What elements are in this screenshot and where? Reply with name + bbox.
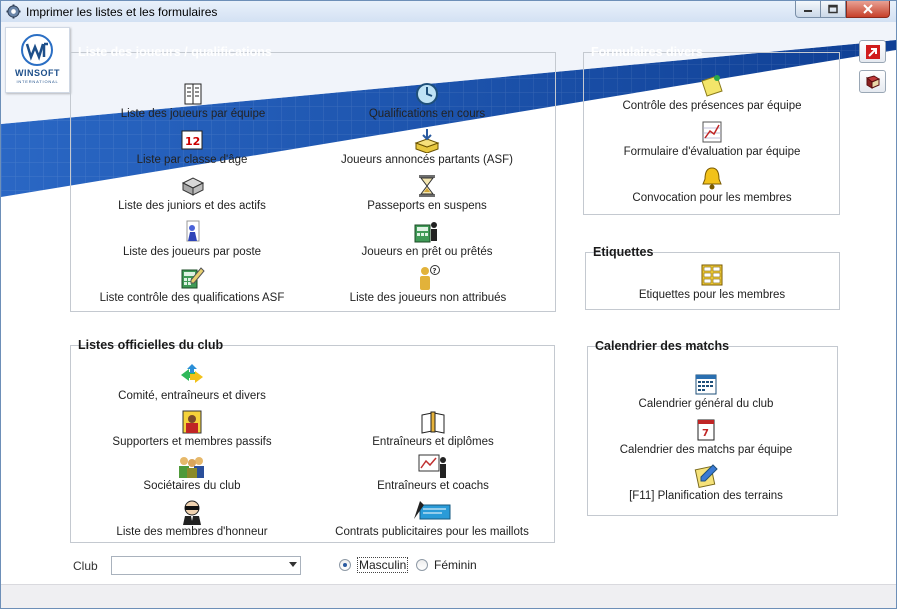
item-attendance-control[interactable]: Contrôle des présences par équipe bbox=[607, 73, 817, 112]
item-matches-by-team-calendar[interactable]: 7 Calendrier des matchs par équipe bbox=[603, 417, 809, 456]
calculator-pen-icon bbox=[181, 267, 205, 289]
radio-dot-unchecked bbox=[416, 559, 428, 571]
notebook-icon bbox=[184, 83, 202, 105]
portrait-icon bbox=[182, 410, 202, 434]
item-honorary-members[interactable]: Liste des membres d'honneur bbox=[105, 499, 279, 538]
item-players-leaving-asf[interactable]: Joueurs annoncés partants (ASF) bbox=[329, 127, 525, 166]
exit-arrow-icon bbox=[866, 45, 880, 59]
group-title-calendar: Calendrier des matchs bbox=[595, 339, 730, 353]
item-club-members[interactable]: Sociétaires du club bbox=[133, 453, 251, 492]
calendar-day-icon: 7 bbox=[697, 419, 715, 441]
keyboard-key-icon bbox=[181, 177, 205, 196]
item-unassigned-players[interactable]: ? Liste des joueurs non attribués bbox=[337, 265, 519, 304]
title-bar[interactable]: Imprimer les listes et les formulaires bbox=[1, 1, 896, 23]
logo-name: WINSOFT bbox=[15, 68, 60, 78]
clock-icon bbox=[416, 83, 438, 105]
item-list-by-age-class[interactable]: 12 Liste par classe d'âge bbox=[119, 127, 265, 166]
club-select[interactable] bbox=[111, 556, 301, 575]
item-players-by-position[interactable]: Liste des joueurs par poste bbox=[111, 219, 273, 258]
item-jersey-sponsorship-contracts[interactable]: Contrats publicitaires pour les maillots bbox=[319, 499, 545, 538]
svg-text:7: 7 bbox=[702, 428, 709, 439]
item-member-labels[interactable]: Etiquettes pour les membres bbox=[617, 262, 807, 301]
player-jersey-icon bbox=[186, 220, 200, 242]
maximize-button[interactable] bbox=[820, 1, 846, 18]
contract-card-icon bbox=[414, 501, 451, 520]
close-button[interactable] bbox=[846, 1, 890, 18]
maximize-icon bbox=[828, 4, 838, 14]
presentation-board-icon bbox=[418, 454, 446, 478]
item-players-by-team[interactable]: Liste des joueurs par équipe bbox=[109, 81, 277, 120]
club-label: Club bbox=[73, 559, 98, 573]
sticky-note-icon bbox=[701, 75, 723, 97]
item-suspended-passports[interactable]: Passeports en suspens bbox=[359, 173, 495, 212]
logo-subtitle: INTERNATIONAL bbox=[16, 79, 59, 84]
item-qualifications-in-progress[interactable]: Qualifications en cours bbox=[357, 81, 497, 120]
winsoft-logo-mark bbox=[21, 34, 53, 66]
group-title-labels: Etiquettes bbox=[593, 245, 654, 259]
winsoft-logo: WINSOFT INTERNATIONAL bbox=[5, 27, 70, 93]
item-coaches-diplomas[interactable]: Entraîneurs et diplômes bbox=[361, 409, 505, 448]
help-button[interactable] bbox=[859, 70, 886, 93]
minimize-button[interactable] bbox=[795, 1, 821, 18]
radio-label-feminin: Féminin bbox=[434, 558, 477, 572]
person-sunglasses-icon bbox=[183, 500, 201, 525]
item-loaned-players[interactable]: Joueurs en prêt ou prêtés bbox=[351, 219, 503, 258]
arrows-icon bbox=[181, 364, 203, 383]
status-bar bbox=[1, 584, 896, 608]
calendar-grid-icon bbox=[695, 374, 717, 395]
chart-sheet-icon bbox=[702, 121, 722, 143]
person-question-icon: ? bbox=[420, 265, 440, 290]
inbox-tray-icon bbox=[414, 129, 440, 153]
radio-label-masculin: Masculin bbox=[357, 557, 409, 573]
print-lists-window: Imprimer les listes et les formulaires W… bbox=[0, 0, 897, 609]
window-title: Imprimer les listes et les formulaires bbox=[26, 5, 218, 19]
open-book-icon bbox=[421, 411, 445, 434]
hourglass-icon bbox=[419, 175, 435, 197]
notepad-pencil-icon bbox=[694, 464, 718, 489]
item-committee-coaches[interactable]: Comité, entraîneurs et divers bbox=[105, 363, 279, 402]
calculator-person-icon bbox=[414, 222, 437, 243]
chevron-down-icon bbox=[289, 562, 297, 567]
group-title-official: Listes officielles du club bbox=[78, 338, 224, 352]
calendar-page-icon: 12 bbox=[181, 130, 203, 150]
item-juniors-and-actives[interactable]: Liste des juniors et des actifs bbox=[107, 173, 277, 212]
gear-app-icon bbox=[6, 4, 21, 19]
minimize-icon bbox=[804, 10, 812, 12]
item-evaluation-form[interactable]: Formulaire d'évaluation par équipe bbox=[607, 119, 817, 158]
item-member-convocation[interactable]: Convocation pour les membres bbox=[607, 165, 817, 204]
group-title-forms: Formulaires divers bbox=[591, 45, 703, 59]
item-supporters-passive-members[interactable]: Supporters et membres passifs bbox=[99, 409, 285, 448]
radio-dot-checked bbox=[339, 559, 351, 571]
book-icon bbox=[865, 75, 881, 89]
label-sheet-icon bbox=[701, 264, 723, 286]
close-icon bbox=[863, 4, 873, 14]
item-club-general-calendar[interactable]: Calendrier général du club bbox=[615, 371, 797, 410]
item-field-planning[interactable]: [F11] Planification des terrains bbox=[613, 463, 799, 502]
svg-text:12: 12 bbox=[185, 135, 200, 148]
svg-text:?: ? bbox=[433, 267, 437, 275]
bell-icon bbox=[702, 167, 722, 190]
item-asf-qualification-control[interactable]: Liste contrôle des qualifications ASF bbox=[87, 265, 297, 304]
group-title-players: Liste des joueurs / qualifications bbox=[78, 45, 272, 59]
item-coaches-and-coaches[interactable]: Entraîneurs et coachs bbox=[367, 453, 499, 492]
exit-button[interactable] bbox=[859, 40, 886, 63]
group-people-icon bbox=[179, 457, 204, 478]
